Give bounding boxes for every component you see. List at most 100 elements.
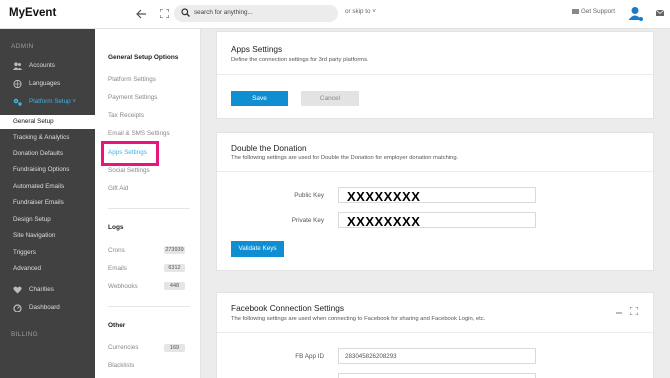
- panel-title: Facebook Connection Settings: [231, 303, 345, 313]
- app-logo[interactable]: MyEvent: [9, 7, 56, 19]
- subnav-link-social-settings[interactable]: Social Settings: [108, 167, 150, 174]
- private-key-label: Private Key: [291, 217, 324, 224]
- divider: [217, 171, 653, 172]
- sidebar-item-label: Site Navigation: [13, 232, 56, 239]
- panel-subtitle: The following settings are used for Doub…: [231, 155, 459, 161]
- fb-app-id-value: 283045826208293: [345, 353, 397, 360]
- search-icon: [181, 8, 190, 17]
- sidebar-item-languages[interactable]: Languages: [0, 77, 95, 91]
- sidebar-item-general-setup[interactable]: General Setup: [0, 115, 95, 129]
- divider: [217, 332, 653, 333]
- subnav-link-email-sms-settings[interactable]: Email & SMS Settings: [108, 130, 170, 137]
- sidebar-item-donation-defaults[interactable]: Donation Defaults: [0, 147, 95, 161]
- subnav-link-payment-settings[interactable]: Payment Settings: [108, 94, 157, 101]
- webhooks-count-badge: 448: [164, 282, 185, 290]
- sidebar-item-triggers[interactable]: Triggers: [0, 246, 95, 260]
- skip-to-dropdown[interactable]: or skip to ˅: [345, 8, 376, 15]
- crons-count-badge: 273939: [164, 246, 185, 254]
- search-placeholder: search for anything...: [194, 9, 253, 16]
- fullscreen-icon[interactable]: [160, 9, 169, 18]
- sidebar-item-dashboard[interactable]: Dashboard: [0, 301, 95, 315]
- subnav-link-crons[interactable]: Crons: [108, 247, 125, 254]
- double-the-donation-panel: Double the Donation The following settin…: [216, 132, 654, 271]
- fb-app-id-label: FB App ID: [295, 353, 324, 360]
- sidebar-item-label: Advanced: [13, 265, 42, 272]
- panel-subtitle: Define the connection settings for 3rd p…: [231, 57, 369, 63]
- subnav-link-gift-aid[interactable]: Gift Aid: [108, 185, 128, 192]
- sidebar-item-label: Design Setup: [13, 216, 51, 223]
- settings-subnav: General Setup Options Platform Settings …: [95, 29, 201, 378]
- search-input[interactable]: search for anything...: [174, 5, 338, 22]
- fb-app-id-field[interactable]: 283045826208293: [338, 348, 536, 364]
- sidebar-item-label: Platform Setup ˅: [29, 98, 77, 105]
- sidebar-item-label: Donation Defaults: [13, 150, 64, 157]
- divider: [108, 208, 190, 209]
- divider: [108, 306, 190, 307]
- subnav-link-emails[interactable]: Emails: [108, 265, 127, 272]
- user-avatar-icon[interactable]: [628, 6, 644, 22]
- sidebar-item-platform-setup[interactable]: Platform Setup ˅: [0, 95, 95, 109]
- fb-app-secret-field[interactable]: [338, 373, 536, 378]
- private-key-value: XXXXXXXX: [347, 214, 421, 229]
- sidebar-item-tracking[interactable]: Tracking & Analytics: [0, 131, 95, 145]
- sidebar-item-accounts[interactable]: Accounts: [0, 59, 95, 73]
- apps-settings-highlight: [101, 141, 159, 166]
- subnav-link-currencies[interactable]: Currencies: [108, 344, 138, 351]
- users-icon: [13, 62, 22, 70]
- sidebar-item-label: Fundraiser Emails: [13, 199, 64, 206]
- expand-icon[interactable]: [630, 307, 638, 315]
- general-setup-heading: General Setup Options: [108, 54, 179, 61]
- subnav-link-webhooks[interactable]: Webhooks: [108, 283, 138, 290]
- private-key-field[interactable]: XXXXXXXX: [338, 212, 536, 229]
- back-arrow-icon[interactable]: [135, 8, 147, 20]
- facebook-connection-panel: Facebook Connection Settings The followi…: [216, 292, 654, 378]
- support-icon: [572, 8, 579, 14]
- globe-icon: [13, 80, 22, 88]
- sidebar-item-automated-emails[interactable]: Automated Emails: [0, 180, 95, 194]
- get-support-link[interactable]: Get Support: [572, 8, 615, 15]
- minimize-icon[interactable]: [615, 307, 623, 315]
- sidebar-item-charities[interactable]: Charities: [0, 283, 95, 297]
- sidebar-item-site-navigation[interactable]: Site Navigation: [0, 229, 95, 243]
- sidebar-item-label: Tracking & Analytics: [13, 134, 70, 141]
- sidebar-item-label: General Setup: [13, 118, 54, 125]
- admin-heading: ADMIN: [11, 43, 34, 50]
- sidebar-item-label: Triggers: [13, 249, 36, 256]
- heart-icon: [13, 286, 22, 294]
- public-key-field[interactable]: XXXXXXXX: [338, 187, 536, 204]
- public-key-label: Public Key: [294, 192, 324, 199]
- sidebar-item-label: Languages: [29, 80, 61, 87]
- currencies-count-badge: 169: [164, 344, 185, 352]
- sidebar-item-label: Charities: [29, 286, 54, 293]
- public-key-value: XXXXXXXX: [347, 189, 421, 204]
- mail-icon[interactable]: [656, 10, 664, 16]
- sidebar-item-label: Fundraising Options: [13, 166, 70, 173]
- sidebar-item-label: Accounts: [29, 62, 55, 69]
- other-heading: Other: [108, 322, 126, 329]
- logs-heading: Logs: [108, 224, 124, 231]
- subnav-link-blacklists[interactable]: Blacklists: [108, 362, 134, 369]
- billing-heading: BILLING: [11, 331, 39, 338]
- divider: [217, 74, 653, 75]
- subnav-link-tax-receipts[interactable]: Tax Receipts: [108, 112, 144, 119]
- sidebar-item-label: Automated Emails: [13, 183, 65, 190]
- panel-title: Double the Donation: [231, 143, 307, 153]
- panel-title: Apps Settings: [231, 44, 283, 54]
- top-bar: MyEvent search for anything... or skip t…: [0, 0, 670, 29]
- save-button[interactable]: Save: [231, 91, 288, 106]
- sidebar-item-design-setup[interactable]: Design Setup: [0, 213, 95, 227]
- sidebar-item-label: Dashboard: [29, 304, 60, 311]
- emails-count-badge: 6312: [164, 264, 185, 272]
- dashboard-icon: [13, 304, 22, 312]
- left-sidebar: ADMIN Accounts Languages Platform Setup …: [0, 29, 95, 378]
- gears-icon: [13, 98, 22, 106]
- support-label: Get Support: [581, 8, 615, 15]
- sidebar-item-advanced[interactable]: Advanced: [0, 262, 95, 276]
- panel-subtitle: The following settings are used when con…: [231, 316, 486, 322]
- sidebar-item-fundraising-options[interactable]: Fundraising Options: [0, 163, 95, 177]
- sidebar-item-fundraiser-emails[interactable]: Fundraiser Emails: [0, 196, 95, 210]
- cancel-button[interactable]: Cancel: [301, 91, 359, 106]
- validate-keys-button[interactable]: Validate Keys: [231, 241, 284, 257]
- apps-settings-panel: Apps Settings Define the connection sett…: [216, 31, 654, 119]
- subnav-link-platform-settings[interactable]: Platform Settings: [108, 76, 156, 83]
